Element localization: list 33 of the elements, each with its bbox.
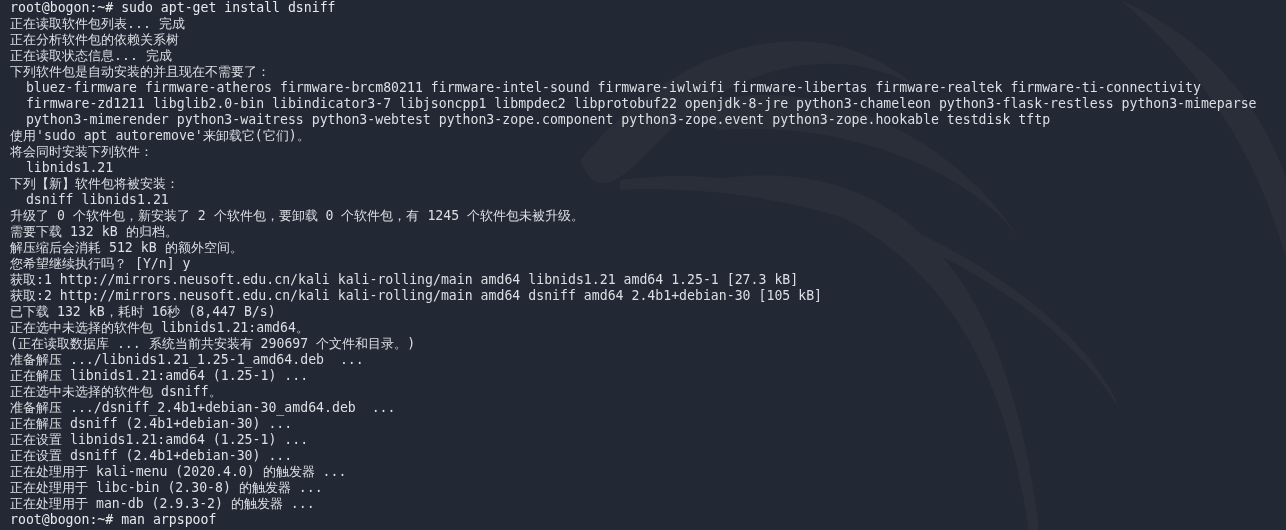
output-line: 正在处理用于 man-db (2.9.3-2) 的触发器 ... — [10, 496, 315, 512]
command-line: root@bogon:~# sudo apt-get install dsniff — [10, 0, 336, 16]
output-line: 下列软件包是自动安装的并且现在不需要了： — [10, 64, 270, 80]
output-line: 获取:1 http://mirrors.neusoft.edu.cn/kali kali-rolling/main amd64 libnids1.21 amd64 1.25-1 [27.3 kB] — [10, 272, 799, 288]
output-line: libnids1.21 — [24, 160, 114, 176]
output-line: 正在处理用于 libc-bin (2.30-8) 的触发器 ... — [10, 480, 323, 496]
output-line: 正在读取软件包列表... 完成 — [10, 16, 185, 32]
command-line: root@bogon:~# man arpspoof — [10, 512, 217, 528]
output-line: dsniff libnids1.21 — [24, 192, 169, 208]
output-line: 正在设置 dsniff (2.4b1+debian-30) ... — [10, 448, 293, 464]
output-line: (正在读取数据库 ... 系统当前共安装有 290697 个文件和目录。) — [10, 336, 416, 352]
output-line: 正在解压 dsniff (2.4b1+debian-30) ... — [10, 416, 293, 432]
output-line: 解压缩后会消耗 512 kB 的额外空间。 — [10, 240, 243, 256]
output-line: 正在处理用于 kali-menu (2020.4.0) 的触发器 ... — [10, 464, 347, 480]
output-line: 准备解压 .../dsniff_2.4b1+debian-30_amd64.deb ... — [10, 400, 396, 416]
output-line: 正在读取状态信息... 完成 — [10, 48, 172, 64]
output-line: 获取:2 http://mirrors.neusoft.edu.cn/kali kali-rolling/main amd64 dsniff amd64 2.4b1+debian-30 [105 kB] — [10, 288, 822, 304]
output-line: 使用'sudo apt autoremove'来卸载它(它们)。 — [10, 128, 310, 144]
output-line: 将会同时安装下列软件： — [10, 144, 153, 160]
output-line: firmware-zd1211 libglib2.0-bin libindicator3-7 libjsoncpp1 libmpdec2 libprotobuf22 openjdk-8-jre python3-chameleon python3-flask-restless python3-mimeparse — [24, 96, 1257, 112]
output-line: 准备解压 .../libnids1.21_1.25-1_amd64.deb ... — [10, 352, 364, 368]
output-line: 已下载 132 kB，耗时 16秒 (8,447 B/s) — [10, 304, 276, 320]
output-line: 正在解压 libnids1.21:amd64 (1.25-1) ... — [10, 368, 309, 384]
output-line: python3-mimerender python3-waitress python3-webtest python3-zope.component python3-zope.event python3-zope.hookable testdisk tftp — [24, 112, 1051, 128]
output-line: bluez-firmware firmware-atheros firmware-brcm80211 firmware-intel-sound firmware-iwlwifi firmware-libertas firmware-realtek firmware-ti-connectivity — [24, 80, 1201, 96]
output-line: 下列【新】软件包将被安装： — [10, 176, 179, 192]
output-line: 您希望继续执行吗？ [Y/n] y — [10, 256, 191, 272]
output-line: 正在选中未选择的软件包 libnids1.21:amd64。 — [10, 320, 309, 336]
output-line: 正在选中未选择的软件包 dsniff。 — [10, 384, 222, 400]
output-line: 正在分析软件包的依赖关系树 — [10, 32, 179, 48]
output-line: 需要下载 132 kB 的归档。 — [10, 224, 178, 240]
output-line: 升级了 0 个软件包，新安装了 2 个软件包，要卸载 0 个软件包，有 1245 个软件包未被升级。 — [10, 208, 585, 224]
output-line: 正在设置 libnids1.21:amd64 (1.25-1) ... — [10, 432, 309, 448]
